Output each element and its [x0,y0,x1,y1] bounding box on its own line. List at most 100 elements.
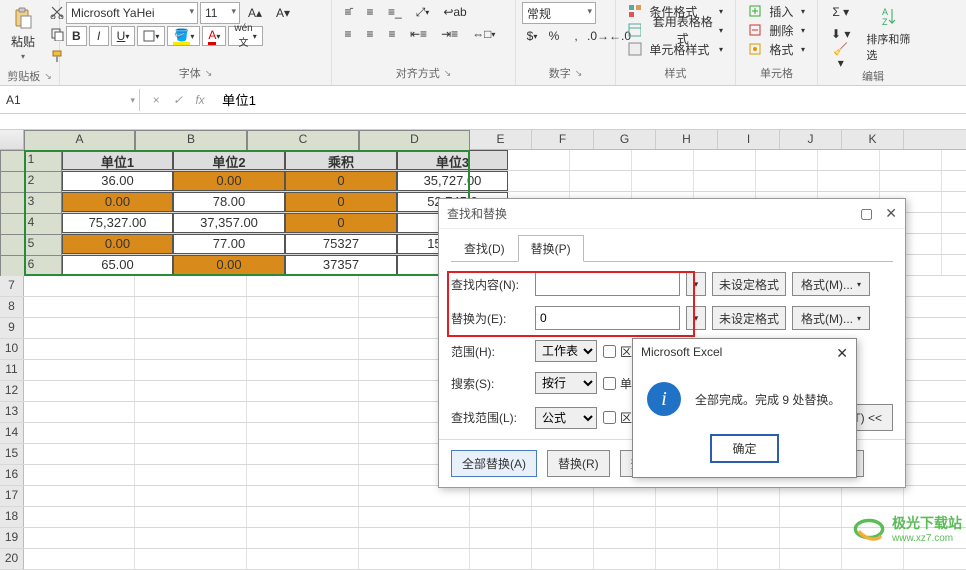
underline-button[interactable]: U ▾ [111,26,136,46]
sum-button[interactable]: Σ ▾ [824,2,857,22]
replace-all-button[interactable]: 全部替换(A) [451,450,537,477]
cell-C2[interactable]: 0 [285,171,397,191]
row-header-18[interactable]: 18 [0,507,24,527]
cell-B5[interactable]: 77.00 [173,234,285,254]
phonetic-button[interactable]: wén文 ▾ [228,26,262,46]
cell-I1[interactable] [756,150,818,170]
match-cell-checkbox[interactable]: 单 [603,375,632,392]
cell-B6[interactable]: 0.00 [173,255,285,275]
border-button[interactable]: ▾ [137,26,165,46]
match-case-checkbox[interactable]: 区 [603,343,632,360]
cell-B17[interactable] [135,486,247,506]
cell-B7[interactable] [135,276,247,296]
align-center-button[interactable]: ≡ [360,24,380,44]
indent-increase-button[interactable]: ⇥≡ [435,24,464,44]
number-format-select[interactable]: 常规 [522,2,596,24]
cell-B19[interactable] [135,528,247,548]
cell-C7[interactable] [247,276,359,296]
cell-B3[interactable]: 78.00 [173,192,285,212]
replace-button[interactable]: 替换(R) [547,450,610,477]
cell-D19[interactable] [359,528,470,548]
cell-A20[interactable] [24,549,135,569]
font-name-select[interactable]: Microsoft YaHei [66,2,198,24]
cell-A5[interactable]: 0.00 [62,234,173,254]
align-left-button[interactable]: ≡ [338,24,358,44]
cell-A18[interactable] [24,507,135,527]
cell-D17[interactable] [359,486,470,506]
cell-I19[interactable] [718,528,780,548]
row-header-14[interactable]: 14 [0,423,24,443]
align-right-button[interactable]: ≡ [382,24,402,44]
tab-find[interactable]: 查找(D) [451,235,518,262]
cell-G19[interactable] [594,528,656,548]
row-header-15[interactable]: 15 [0,444,24,464]
col-header-E[interactable]: E [470,130,532,149]
cell-B11[interactable] [135,360,247,380]
cell-D2[interactable]: 35,727.00 [397,171,508,191]
paste-button[interactable]: 粘贴 ▾ [6,4,40,64]
cell-H1[interactable] [694,150,756,170]
align-top-button[interactable]: ≡̄ [338,2,358,22]
cell-H18[interactable] [656,507,718,527]
cell-B13[interactable] [135,402,247,422]
cell-C6[interactable]: 37357 [285,255,397,275]
cell-A4[interactable]: 75,327.00 [62,213,173,233]
lookin-select[interactable]: 公式 [535,407,597,429]
cell-C20[interactable] [247,549,359,569]
cell-A19[interactable] [24,528,135,548]
cell-E19[interactable] [470,528,532,548]
cell-H19[interactable] [656,528,718,548]
dialog-titlebar[interactable]: 查找和替换 ▢ ✕ [439,199,905,229]
cell-I17[interactable] [718,486,780,506]
cell-F19[interactable] [532,528,594,548]
replace-input[interactable] [535,306,680,330]
cell-F18[interactable] [532,507,594,527]
row-header-11[interactable]: 11 [0,360,24,380]
cell-A6[interactable]: 65.00 [62,255,173,275]
cell-C4[interactable]: 0 [285,213,397,233]
row-header-8[interactable]: 8 [0,297,24,317]
fill-color-button[interactable]: 🪣 ▾ [167,26,200,46]
find-input[interactable] [535,272,680,296]
cell-B9[interactable] [135,318,247,338]
cell-K17[interactable] [842,486,904,506]
cell-C14[interactable] [247,423,359,443]
cell-A12[interactable] [24,381,135,401]
cell-C10[interactable] [247,339,359,359]
cell-A17[interactable] [24,486,135,506]
increase-font-button[interactable]: A▴ [242,3,268,23]
row-header-9[interactable]: 9 [0,318,24,338]
col-header-F[interactable]: F [532,130,594,149]
cell-B10[interactable] [135,339,247,359]
cell-A10[interactable] [24,339,135,359]
cell-A11[interactable] [24,360,135,380]
clipboard-expand[interactable]: ↘ [44,71,52,82]
cell-A7[interactable] [24,276,135,296]
row-header-4[interactable]: 4 [0,213,62,235]
select-all-corner[interactable] [0,130,24,149]
cell-A15[interactable] [24,444,135,464]
cell-H17[interactable] [656,486,718,506]
comma-button[interactable]: , [566,26,586,46]
row-header-20[interactable]: 20 [0,549,24,569]
row-header-3[interactable]: 3 [0,192,62,214]
cell-C8[interactable] [247,297,359,317]
cell-F1[interactable] [570,150,632,170]
bold-button[interactable]: B [66,26,87,46]
accept-formula-icon[interactable]: ✓ [170,93,186,107]
clear-button[interactable]: 🧹 ▾ [824,46,857,66]
scope-select[interactable]: 工作表 [535,340,597,362]
cell-C12[interactable] [247,381,359,401]
col-header-H[interactable]: H [656,130,718,149]
cell-D20[interactable] [359,549,470,569]
replace-format-button[interactable]: 格式(M)...▾ [792,306,870,330]
row-header-16[interactable]: 16 [0,465,24,485]
cell-C5[interactable]: 75327 [285,234,397,254]
table-format-button[interactable]: 套用表格格式▾ [622,21,729,39]
merge-button[interactable]: ⇔□▾ [466,24,501,44]
cell-K1[interactable] [880,150,942,170]
cell-styles-button[interactable]: 单元格样式▾ [622,40,729,58]
col-header-A[interactable]: A [24,130,135,152]
font-color-button[interactable]: A ▾ [202,26,226,46]
cell-G18[interactable] [594,507,656,527]
